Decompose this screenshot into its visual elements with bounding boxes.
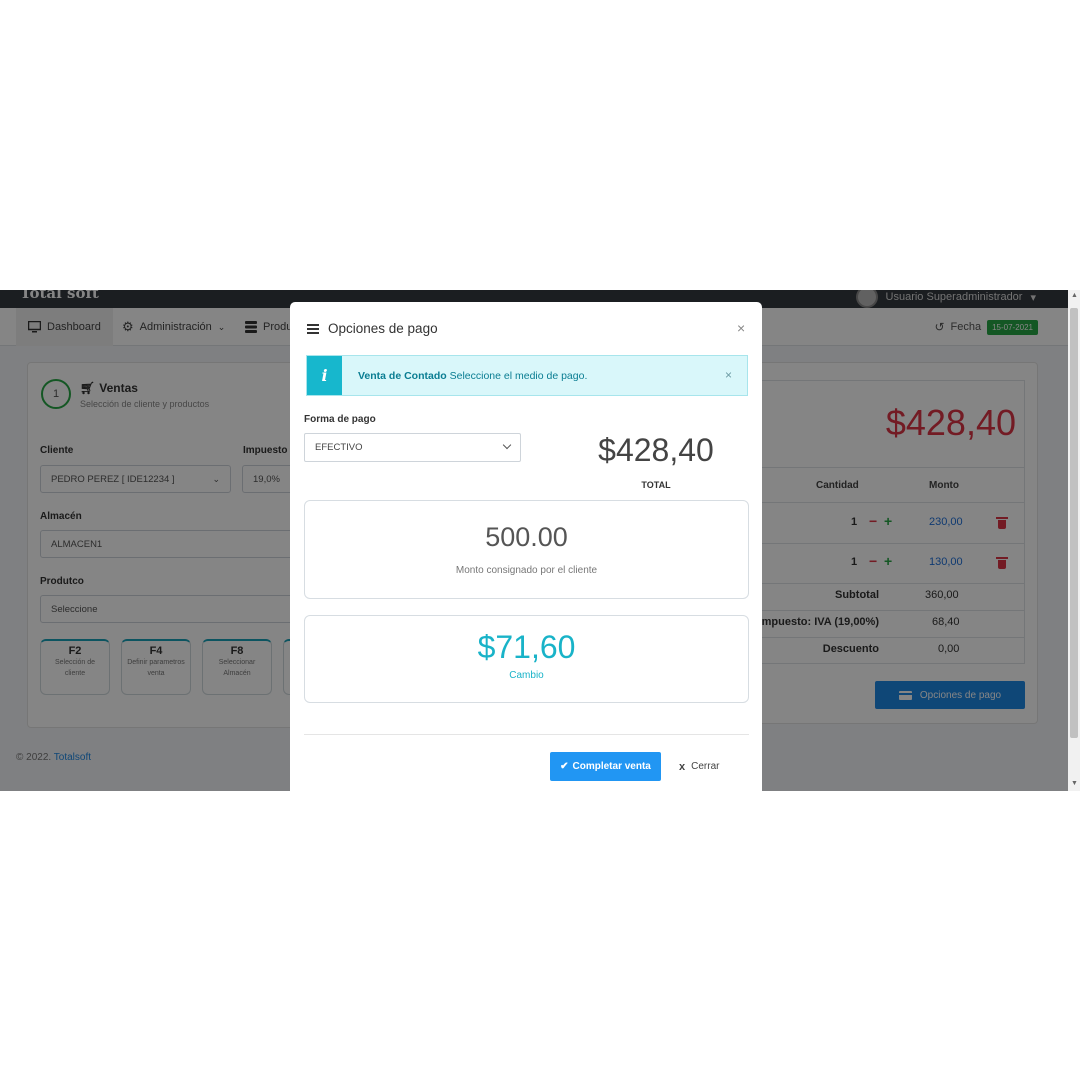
alert-bold: Venta de Contado [358,369,447,382]
scroll-up-arrow-icon[interactable]: ▲ [1071,292,1078,299]
close-icon[interactable]: × [737,320,745,336]
screenshot-area: Total soft Usuario Superadministrador ▾ … [0,290,1080,791]
modal-header: Opciones de pago × [290,302,762,352]
completar-venta-button[interactable]: ✔ Completar venta [550,752,661,781]
alert-message: Venta de Contado Seleccione el medio de … [358,370,587,382]
info-icon: i [307,356,342,395]
completar-venta-label: Completar venta [572,761,651,772]
cambio-value: $71,60 [477,629,576,665]
forma-pago-value: EFECTIVO [315,442,363,453]
forma-pago-select[interactable]: EFECTIVO [304,433,521,462]
cambio-box: $71,60 Cambio [304,615,749,703]
menu-icon [307,324,319,334]
info-alert: i Venta de Contado Seleccione el medio d… [306,355,748,396]
payment-modal: Opciones de pago × i Venta de Contado Se… [290,302,762,791]
check-icon: ✔ [560,761,569,772]
page-scrollbar[interactable]: ▲ ▼ [1068,290,1080,791]
monto-consignado-value: 500.00 [485,522,568,552]
scroll-thumb[interactable] [1070,308,1078,738]
cerrar-label: Cerrar [691,761,720,772]
scroll-down-arrow-icon[interactable]: ▼ [1071,780,1078,787]
modal-total: $428,40 [598,432,714,468]
monto-consignado-label: Monto consignado por el cliente [455,565,598,576]
modal-total-label: TOTAL [641,480,671,490]
modal-footer-divider [304,734,749,735]
monto-consignado-box[interactable]: 500.00 Monto consignado por el cliente [304,500,749,599]
close-icon: x [679,760,686,773]
chevron-down-icon [502,440,512,450]
cerrar-button[interactable]: x Cerrar [679,752,719,781]
cambio-label: Cambio [509,670,544,681]
modal-title: Opciones de pago [328,321,438,336]
alert-text: Seleccione el medio de pago. [449,369,588,382]
alert-close-icon[interactable]: × [725,368,732,382]
forma-pago-label: Forma de pago [304,414,376,425]
